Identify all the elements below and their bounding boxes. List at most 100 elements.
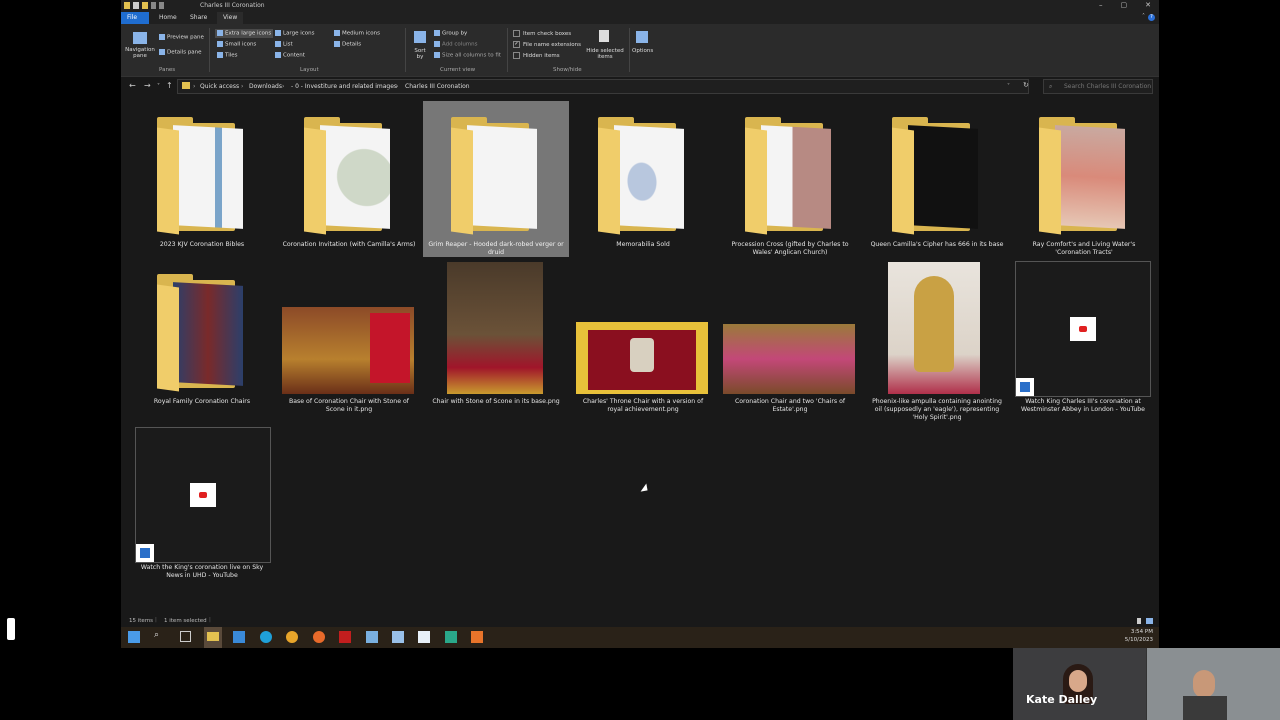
breadcrumb-separator: › <box>282 83 285 90</box>
options-button[interactable]: Options <box>632 48 653 54</box>
hide-selected-items-button[interactable]: Hide selected items <box>585 48 625 60</box>
list-item[interactable]: Chair with Stone of Scone in its base.pn… <box>429 262 563 422</box>
properties-icon[interactable] <box>133 2 139 9</box>
help-icon[interactable]: ? <box>1148 14 1155 21</box>
image-thumbnail <box>576 322 708 394</box>
size-columns-button[interactable]: Size all columns to fit <box>434 52 501 59</box>
forward-arrow-icon[interactable]: → <box>144 81 151 90</box>
file-name-extensions-toggle[interactable]: ✓ File name extensions <box>513 41 581 48</box>
preview-pane-button[interactable]: Preview pane <box>159 34 204 41</box>
close-button[interactable]: ✕ <box>1145 1 1151 9</box>
sort-by-button[interactable]: Sort by <box>411 48 429 60</box>
sort-icon[interactable] <box>414 31 426 43</box>
search-icon[interactable]: ⌕ <box>154 630 166 642</box>
app-icon[interactable] <box>392 631 404 643</box>
new-folder-icon[interactable] <box>142 2 148 9</box>
maximize-button[interactable]: ▢ <box>1121 1 1128 9</box>
edge-icon[interactable] <box>260 631 272 643</box>
youtube-icon <box>1070 317 1096 341</box>
layout-option-medium-icons[interactable]: Medium icons <box>334 30 380 37</box>
breadcrumb-downloads[interactable]: Downloads <box>249 83 282 90</box>
list-item[interactable]: Base of Coronation Chair with Stone of S… <box>282 262 416 422</box>
search-input[interactable]: ⌕ Search Charles III Coronation <box>1043 79 1153 94</box>
system-tray[interactable]: 3:54 PM 5/10/2023 <box>1125 628 1153 644</box>
navigation-pane-button[interactable]: Navigation pane <box>125 47 155 59</box>
status-divider: | <box>209 617 211 623</box>
firefox-icon[interactable] <box>313 631 325 643</box>
task-view-icon[interactable] <box>180 631 191 642</box>
list-item[interactable]: Coronation Invitation (with Camilla's Ar… <box>282 101 416 257</box>
file-explorer-taskbar-icon[interactable] <box>204 627 222 648</box>
item-check-boxes-toggle[interactable]: Item check boxes <box>513 30 571 37</box>
list-item[interactable]: Charles' Throne Chair with a version of … <box>576 262 710 422</box>
file-name-extensions-checkbox[interactable]: ✓ <box>513 41 520 48</box>
chrome-icon[interactable] <box>286 631 298 643</box>
layout-option-details[interactable]: Details <box>334 41 361 48</box>
details-pane-icon <box>159 49 165 55</box>
app-icon[interactable] <box>366 631 378 643</box>
details-view-icon[interactable] <box>1137 618 1141 624</box>
list-item[interactable]: Watch the King's coronation live on Sky … <box>133 427 271 583</box>
list-item[interactable]: Phoenix-like ampulla containing anointin… <box>870 262 1004 427</box>
taskbar: ⌕ 3:54 PM 5/10/2023 <box>121 627 1159 648</box>
notepad-icon[interactable] <box>418 631 430 643</box>
group-label-show-hide: Show/hide <box>553 67 582 73</box>
ribbon-divider <box>209 28 210 72</box>
breadcrumb-quick-access[interactable]: Quick access <box>200 83 239 90</box>
address-bar[interactable]: › Quick access › Downloads › - 0 - Inves… <box>177 79 1029 94</box>
layout-option-large-icons[interactable]: Large icons <box>275 30 315 37</box>
options-icon[interactable] <box>636 31 648 43</box>
item-label: Charles' Throne Chair with a version of … <box>582 398 704 413</box>
redo-icon[interactable] <box>159 2 164 9</box>
tab-view[interactable]: View <box>217 12 244 24</box>
list-item[interactable]: Procession Cross (gifted by Charles to W… <box>723 101 857 257</box>
chevron-down-icon[interactable]: ˅ <box>157 83 160 90</box>
list-item[interactable]: Queen Camilla's Cipher has 666 in its ba… <box>870 101 1004 257</box>
hidden-items-toggle[interactable]: Hidden items <box>513 52 560 59</box>
windows-start-icon[interactable] <box>128 631 140 643</box>
hide-selected-items-icon[interactable] <box>599 30 609 42</box>
item-count: 15 items <box>129 618 154 624</box>
layout-option-extra-large-icons[interactable]: Extra large icons <box>215 29 274 38</box>
add-columns-button[interactable]: Add columns <box>434 41 478 48</box>
item-label: Ray Comfort's and Living Water's 'Corona… <box>1032 241 1136 256</box>
layout-option-tiles[interactable]: Tiles <box>217 52 238 59</box>
app-icon[interactable] <box>339 631 351 643</box>
undo-icon[interactable] <box>151 2 156 9</box>
tab-file[interactable]: File <box>121 12 149 24</box>
medium-icons-icon <box>334 30 340 36</box>
list-item[interactable]: Ray Comfort's and Living Water's 'Corona… <box>1017 101 1151 257</box>
chevron-down-icon[interactable]: ˅ <box>1007 83 1010 90</box>
hidden-items-checkbox[interactable] <box>513 52 520 59</box>
list-item-selected[interactable]: Grim Reaper - Hooded dark-robed verger o… <box>423 101 569 257</box>
layout-option-list[interactable]: List <box>275 41 293 48</box>
minimize-button[interactable]: – <box>1099 1 1103 9</box>
participant-name: Kate Dalley <box>1026 693 1098 706</box>
list-item[interactable]: Coronation Chair and two 'Chairs of Esta… <box>723 262 857 422</box>
breadcrumb-investiture[interactable]: - 0 - Investiture and related images <box>291 83 397 90</box>
list-item[interactable]: 2023 KJV Coronation Bibles <box>135 101 269 257</box>
tab-home[interactable]: Home <box>153 12 183 24</box>
list-item[interactable]: Watch King Charles III's coronation at W… <box>1015 261 1151 421</box>
item-label: Procession Cross (gifted by Charles to W… <box>731 241 849 256</box>
layout-option-small-icons[interactable]: Small icons <box>217 41 256 48</box>
back-arrow-icon[interactable]: ← <box>129 81 136 90</box>
store-icon[interactable] <box>233 631 245 643</box>
layout-option-content[interactable]: Content <box>275 52 305 59</box>
group-by-button[interactable]: Group by <box>434 30 467 37</box>
chevron-up-icon[interactable]: ˄ <box>1142 13 1145 20</box>
app-icon[interactable] <box>471 631 483 643</box>
navigation-pane-icon[interactable] <box>133 32 147 44</box>
refresh-icon[interactable]: ↻ <box>1023 81 1029 89</box>
large-icons-view-icon[interactable] <box>1146 618 1153 624</box>
breadcrumb-current-folder[interactable]: Charles III Coronation <box>405 83 470 90</box>
details-pane-button[interactable]: Details pane <box>159 49 202 56</box>
tab-share[interactable]: Share <box>184 12 213 24</box>
item-check-boxes-checkbox[interactable] <box>513 30 520 37</box>
app-icon[interactable] <box>445 631 457 643</box>
up-arrow-icon[interactable]: ↑ <box>166 81 173 90</box>
list-item[interactable]: Royal Family Coronation Chairs <box>135 262 269 422</box>
image-thumbnail <box>723 324 855 394</box>
shortcut-arrow-icon <box>136 544 154 562</box>
list-item[interactable]: Memorabilia Sold <box>576 101 710 257</box>
